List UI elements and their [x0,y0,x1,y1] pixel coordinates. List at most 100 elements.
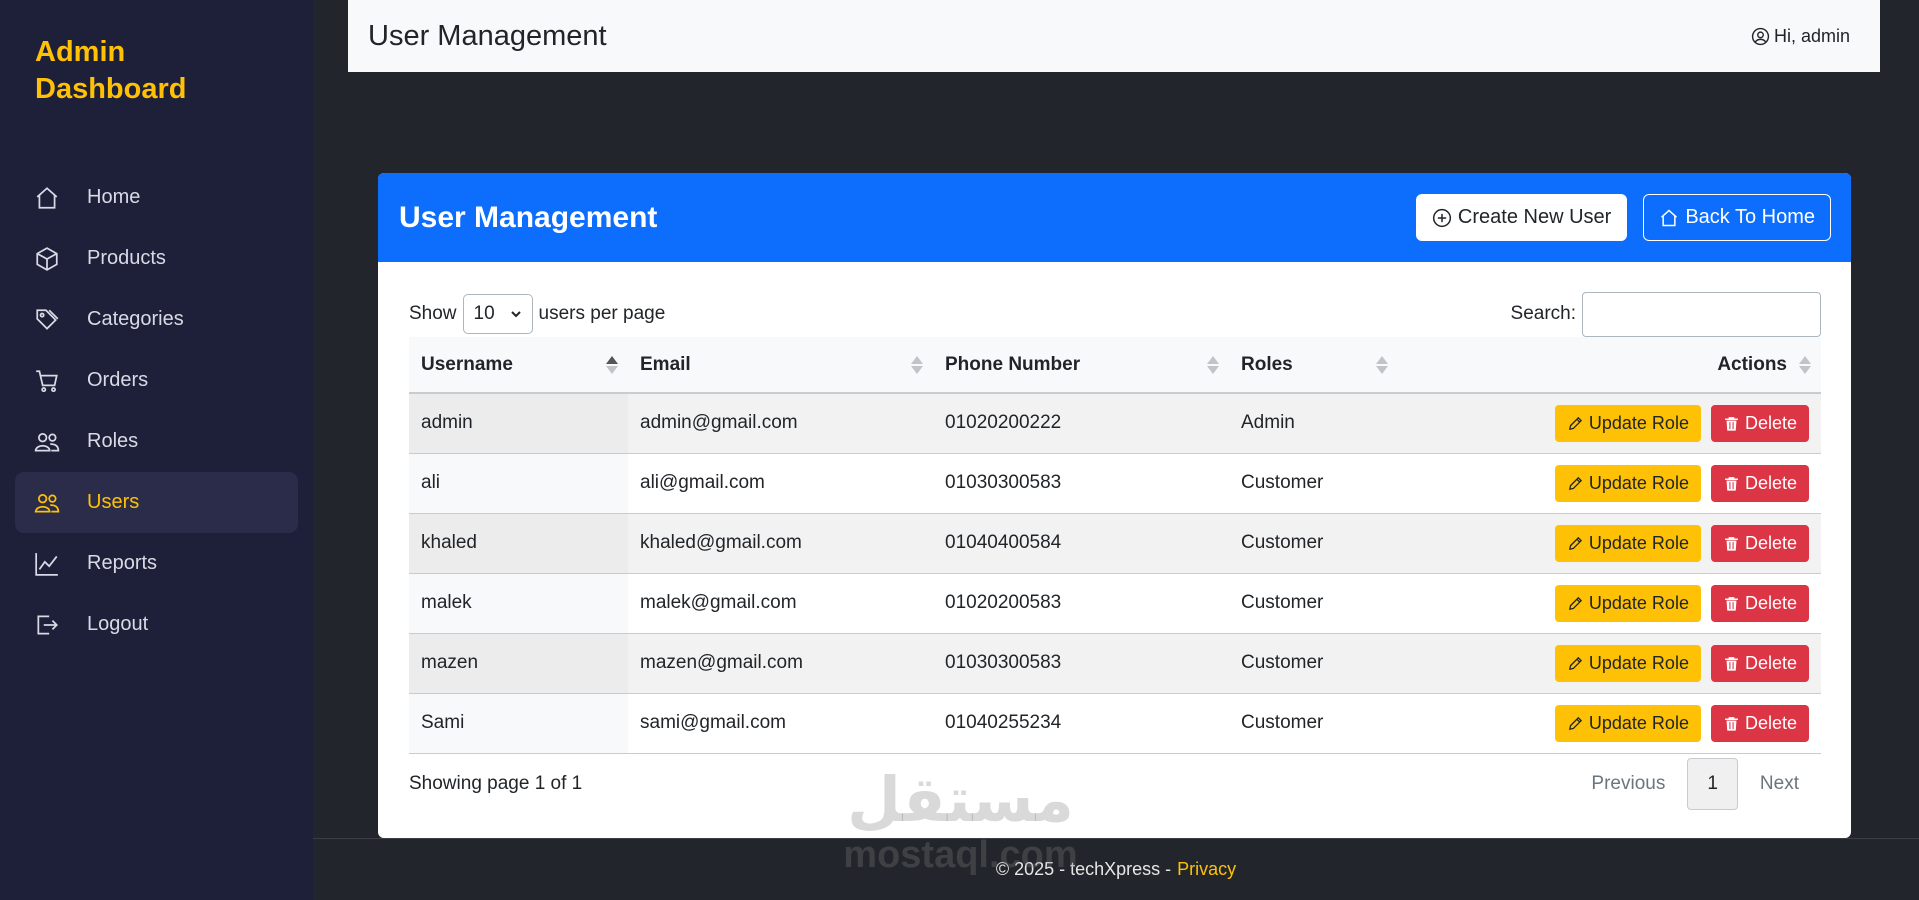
cell-role: Customer [1229,453,1398,514]
sidebar-item-label: Categories [87,308,184,330]
delete-label: Delete [1744,472,1797,493]
back-to-home-button[interactable]: Back To Home [1643,194,1831,241]
pencil-icon [1568,596,1582,610]
column-header-label: Username [421,353,513,375]
cell-actions: Update Role Delete [1398,693,1821,754]
column-header-roles[interactable]: Roles [1229,337,1398,394]
table-row: Sami sami@gmail.com 01040255234 Customer Upd… [409,693,1821,754]
sidebar-item-label: Roles [87,430,139,452]
header-buttons: Create New User Back To Home [1415,194,1831,241]
cell-username: malek [409,573,628,634]
sidebar-item-label: Home [87,186,141,208]
column-header-username[interactable]: Username [409,337,628,394]
cell-phone: 01040400584 [933,513,1229,574]
update-role-button[interactable]: Update Role [1554,464,1701,502]
search-input[interactable] [1582,291,1821,337]
sort-asc-icon [606,355,618,374]
cart-icon [32,366,62,396]
pencil-icon [1568,716,1582,730]
table-row: admin admin@gmail.com 01020200222 Admin Upda… [409,393,1821,454]
people-icon [32,427,62,457]
column-header-phone[interactable]: Phone Number [933,337,1229,394]
column-header-email[interactable]: Email [628,337,933,394]
pagination-previous[interactable]: Previous [1569,758,1687,810]
sidebar-item-roles[interactable]: Roles [15,411,298,472]
sidebar-item-reports[interactable]: Reports [15,533,298,594]
cell-username: mazen [409,633,628,694]
cell-username: khaled [409,513,628,574]
update-role-label: Update Role [1588,412,1689,433]
chart-line-icon [32,549,62,579]
pagination-next[interactable]: Next [1738,758,1821,810]
delete-button[interactable]: Delete [1710,464,1809,502]
column-header-label: Phone Number [945,353,1081,375]
trash-icon [1725,716,1738,731]
delete-label: Delete [1744,412,1797,433]
card-header: User Management Create New User Back To … [378,173,1851,262]
update-role-label: Update Role [1588,712,1689,733]
update-role-button[interactable]: Update Role [1554,644,1701,682]
page-footer: © 2025 - techXpress - Privacy [313,838,1919,900]
update-role-button[interactable]: Update Role [1554,584,1701,622]
copyright-text: © 2025 - techXpress - [995,859,1172,879]
trash-icon [1725,536,1738,551]
column-header-actions[interactable]: Actions [1398,337,1821,394]
update-role-button[interactable]: Update Role [1554,524,1701,562]
home-icon [32,183,62,213]
pencil-icon [1568,416,1582,430]
sidebar-item-label: Users [87,491,140,513]
per-page-suffix: users per page [538,303,666,324]
sidebar-item-label: Logout [87,613,149,635]
sidebar-item-home[interactable]: Home [15,167,298,228]
plus-circle-icon [1432,208,1452,227]
delete-label: Delete [1744,652,1797,673]
cell-phone: 01030300583 [933,633,1229,694]
back-to-home-label: Back To Home [1685,206,1815,228]
update-role-label: Update Role [1588,532,1689,553]
box-icon [32,244,62,274]
people-icon [32,488,62,518]
show-label: Show [409,303,457,324]
delete-button[interactable]: Delete [1710,404,1809,442]
brand-title: Admin Dashboard [35,36,187,105]
sidebar-item-products[interactable]: Products [15,228,298,289]
per-page-select[interactable]: 10 [462,294,533,334]
update-role-label: Update Role [1588,652,1689,673]
table-row: mazen mazen@gmail.com 01030300583 Customer U… [409,633,1821,694]
sidebar-item-categories[interactable]: Categories [15,289,298,350]
cell-actions: Update Role Delete [1398,393,1821,454]
cell-email: mazen@gmail.com [628,633,933,694]
sidebar-item-users[interactable]: Users [15,472,298,533]
trash-icon [1725,596,1738,611]
card-title: User Management [399,200,658,234]
update-role-label: Update Role [1588,472,1689,493]
pagination-page-1[interactable]: 1 [1687,758,1738,810]
cell-actions: Update Role Delete [1398,513,1821,574]
sort-icon [1799,355,1811,374]
delete-button[interactable]: Delete [1710,704,1809,742]
delete-button[interactable]: Delete [1710,584,1809,622]
search-control: Search: [1511,291,1821,337]
users-table: Username Email Phone Number Roles Action… [409,337,1821,754]
user-greeting[interactable]: Hi, admin [1751,26,1850,47]
update-role-button[interactable]: Update Role [1554,704,1701,742]
sidebar-item-label: Orders [87,369,149,391]
cell-actions: Update Role Delete [1398,453,1821,514]
sidebar-item-logout[interactable]: Logout [15,594,298,655]
cell-role: Customer [1229,693,1398,754]
delete-button[interactable]: Delete [1710,524,1809,562]
privacy-link[interactable]: Privacy [1177,859,1236,880]
delete-label: Delete [1744,532,1797,553]
create-new-user-button[interactable]: Create New User [1415,194,1628,241]
cell-email: admin@gmail.com [628,393,933,454]
sidebar-item-label: Products [87,247,166,269]
pagination-info: Showing page 1 of 1 [409,773,583,794]
delete-button[interactable]: Delete [1710,644,1809,682]
update-role-button[interactable]: Update Role [1554,404,1701,442]
cell-email: sami@gmail.com [628,693,933,754]
cell-phone: 01020200583 [933,573,1229,634]
column-header-label: Roles [1241,353,1293,375]
cell-phone: 01030300583 [933,453,1229,514]
pencil-icon [1568,536,1582,550]
sidebar-item-orders[interactable]: Orders [15,350,298,411]
